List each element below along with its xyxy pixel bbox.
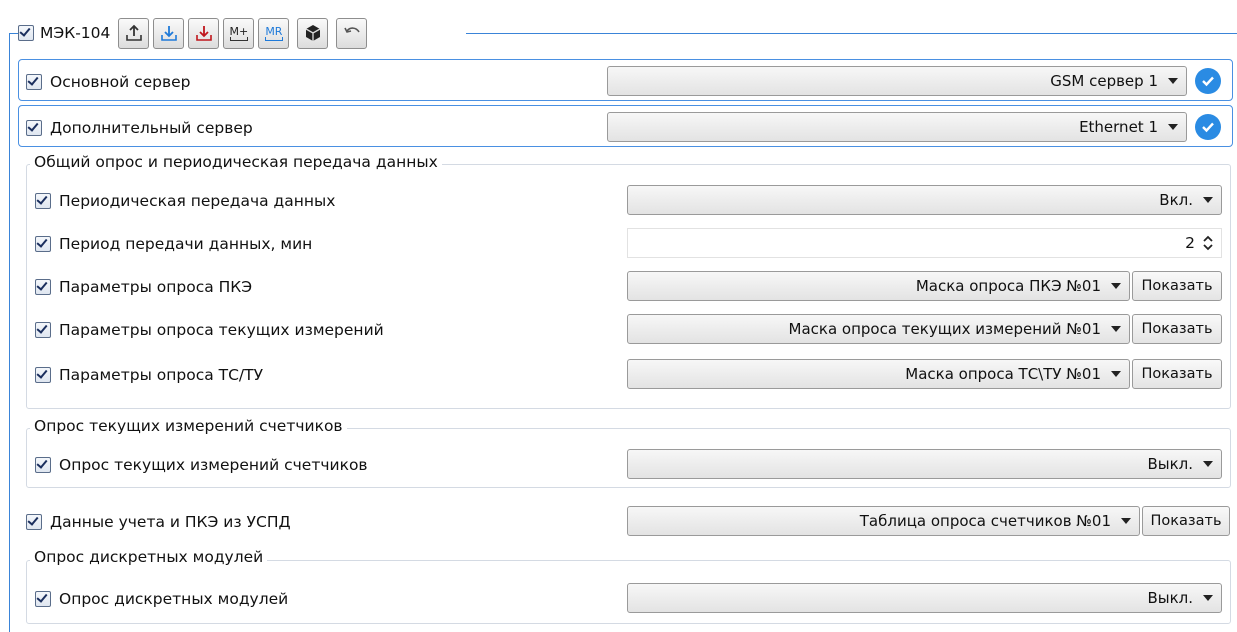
meters-select[interactable]: Выкл.	[627, 449, 1222, 479]
main-server-checkbox[interactable]	[26, 74, 42, 90]
mr-icon: MR	[265, 24, 283, 38]
undo-icon	[344, 27, 360, 33]
discrete-label: Опрос дискретных модулей	[59, 590, 289, 608]
general-group-title: Общий опрос и периодическая передача дан…	[30, 153, 442, 171]
memory-recall-button[interactable]: MR	[258, 17, 290, 49]
upload-button[interactable]	[118, 17, 150, 49]
periodic-check: Периодическая передача данных	[35, 192, 335, 210]
pke-select[interactable]: Маска опроса ПКЭ №01	[627, 271, 1130, 301]
current-select[interactable]: Маска опроса текущих измерений №01	[627, 314, 1130, 344]
pke-value: Маска опроса ПКЭ №01	[915, 277, 1101, 295]
meters-group-title: Опрос текущих измерений счетчиков	[30, 417, 347, 435]
current-checkbox[interactable]	[35, 322, 51, 338]
discrete-group-title: Опрос дискретных модулей	[30, 548, 268, 566]
main-server-check: Основной сервер	[26, 73, 191, 91]
tsu-label: Параметры опроса ТС/ТУ	[59, 366, 264, 384]
period-spinner[interactable]: 2	[627, 228, 1222, 258]
uspd-checkbox[interactable]	[26, 514, 42, 530]
period-check: Период передачи данных, мин	[35, 235, 312, 253]
frame-left-tick	[9, 33, 18, 34]
meters-checkbox[interactable]	[35, 457, 51, 473]
discrete-check: Опрос дискретных модулей	[35, 590, 288, 608]
mek104-checkbox[interactable]	[18, 25, 34, 41]
frame-left-line	[9, 33, 10, 632]
extra-server-select[interactable]: Ethernet 1	[607, 112, 1187, 142]
uspd-label: Данные учета и ПКЭ из УСПД	[50, 513, 291, 531]
box-icon	[305, 25, 321, 41]
chevron-down-icon	[1121, 518, 1131, 524]
meters-label: Опрос текущих измерений счетчиков	[59, 456, 368, 474]
chevron-down-icon	[1111, 283, 1121, 289]
spinner-arrows-icon[interactable]	[1201, 234, 1215, 252]
download-red-button[interactable]	[188, 17, 220, 49]
download-blue-button[interactable]	[153, 17, 185, 49]
extra-server-checkbox[interactable]	[26, 120, 42, 136]
period-label: Период передачи данных, мин	[59, 235, 313, 253]
pke-checkbox[interactable]	[35, 279, 51, 295]
uspd-check: Данные учета и ПКЭ из УСПД	[26, 513, 291, 531]
periodic-select[interactable]: Вкл.	[627, 185, 1222, 215]
pke-show-button[interactable]: Показать	[1132, 271, 1222, 301]
mplus-underline	[229, 36, 248, 41]
meters-value: Выкл.	[1147, 455, 1193, 473]
extra-server-label: Дополнительный сервер	[50, 119, 253, 137]
chevron-down-icon	[1111, 326, 1121, 332]
uspd-value: Таблица опроса счетчиков №01	[859, 512, 1111, 530]
check-icon	[1202, 76, 1214, 87]
chevron-down-icon	[1111, 371, 1121, 377]
chevron-down-icon	[1203, 595, 1213, 601]
main-server-label: Основной сервер	[50, 73, 191, 91]
current-check: Параметры опроса текущих измерений	[35, 321, 384, 339]
period-checkbox[interactable]	[35, 236, 51, 252]
upload-icon	[126, 24, 142, 41]
pke-check: Параметры опроса ПКЭ	[35, 278, 252, 296]
main-server-select[interactable]: GSM сервер 1	[607, 66, 1187, 96]
extra-server-check: Дополнительный сервер	[26, 119, 253, 137]
chevron-down-icon	[1203, 461, 1213, 467]
header-title: МЭК-104	[40, 24, 111, 42]
extra-server-value: Ethernet 1	[1079, 118, 1158, 136]
chevron-down-icon	[1168, 124, 1178, 130]
undo-button[interactable]	[336, 17, 368, 49]
period-value: 2	[1185, 234, 1195, 252]
periodic-value: Вкл.	[1159, 191, 1193, 209]
meters-check: Опрос текущих измерений счетчиков	[35, 456, 368, 474]
pke-label: Параметры опроса ПКЭ	[59, 278, 253, 296]
periodic-checkbox[interactable]	[35, 193, 51, 209]
discrete-select[interactable]: Выкл.	[627, 583, 1222, 613]
main-server-value: GSM сервер 1	[1050, 72, 1158, 90]
discrete-checkbox[interactable]	[35, 591, 51, 607]
uspd-select[interactable]: Таблица опроса счетчиков №01	[627, 506, 1140, 536]
mr-underline	[264, 36, 283, 41]
tsu-value: Маска опроса ТС\ТУ №01	[905, 365, 1101, 383]
current-label: Параметры опроса текущих измерений	[59, 321, 384, 339]
periodic-label: Периодическая передача данных	[59, 192, 336, 210]
uspd-show-button[interactable]: Показать	[1142, 506, 1230, 536]
extra-server-status	[1195, 114, 1221, 140]
header: МЭК-104 M+ MR	[18, 17, 368, 49]
chevron-down-icon	[1168, 78, 1178, 84]
toolbar: M+ MR	[118, 17, 368, 49]
check-icon	[1202, 122, 1214, 133]
box-button[interactable]	[297, 17, 329, 49]
discrete-value: Выкл.	[1147, 589, 1193, 607]
chevron-down-icon	[1203, 197, 1213, 203]
mplus-icon: M+	[229, 24, 249, 38]
download-red-icon	[196, 26, 212, 41]
frame-top-line	[466, 33, 1237, 34]
tsu-check: Параметры опроса ТС/ТУ	[35, 366, 263, 384]
tsu-select[interactable]: Маска опроса ТС\ТУ №01	[627, 359, 1130, 389]
download-icon	[161, 26, 177, 41]
tsu-checkbox[interactable]	[35, 367, 51, 383]
current-value: Маска опроса текущих измерений №01	[788, 320, 1102, 338]
memory-plus-button[interactable]: M+	[223, 17, 255, 49]
current-show-button[interactable]: Показать	[1132, 314, 1222, 344]
tsu-show-button[interactable]: Показать	[1132, 359, 1222, 389]
main-server-status	[1195, 68, 1221, 94]
